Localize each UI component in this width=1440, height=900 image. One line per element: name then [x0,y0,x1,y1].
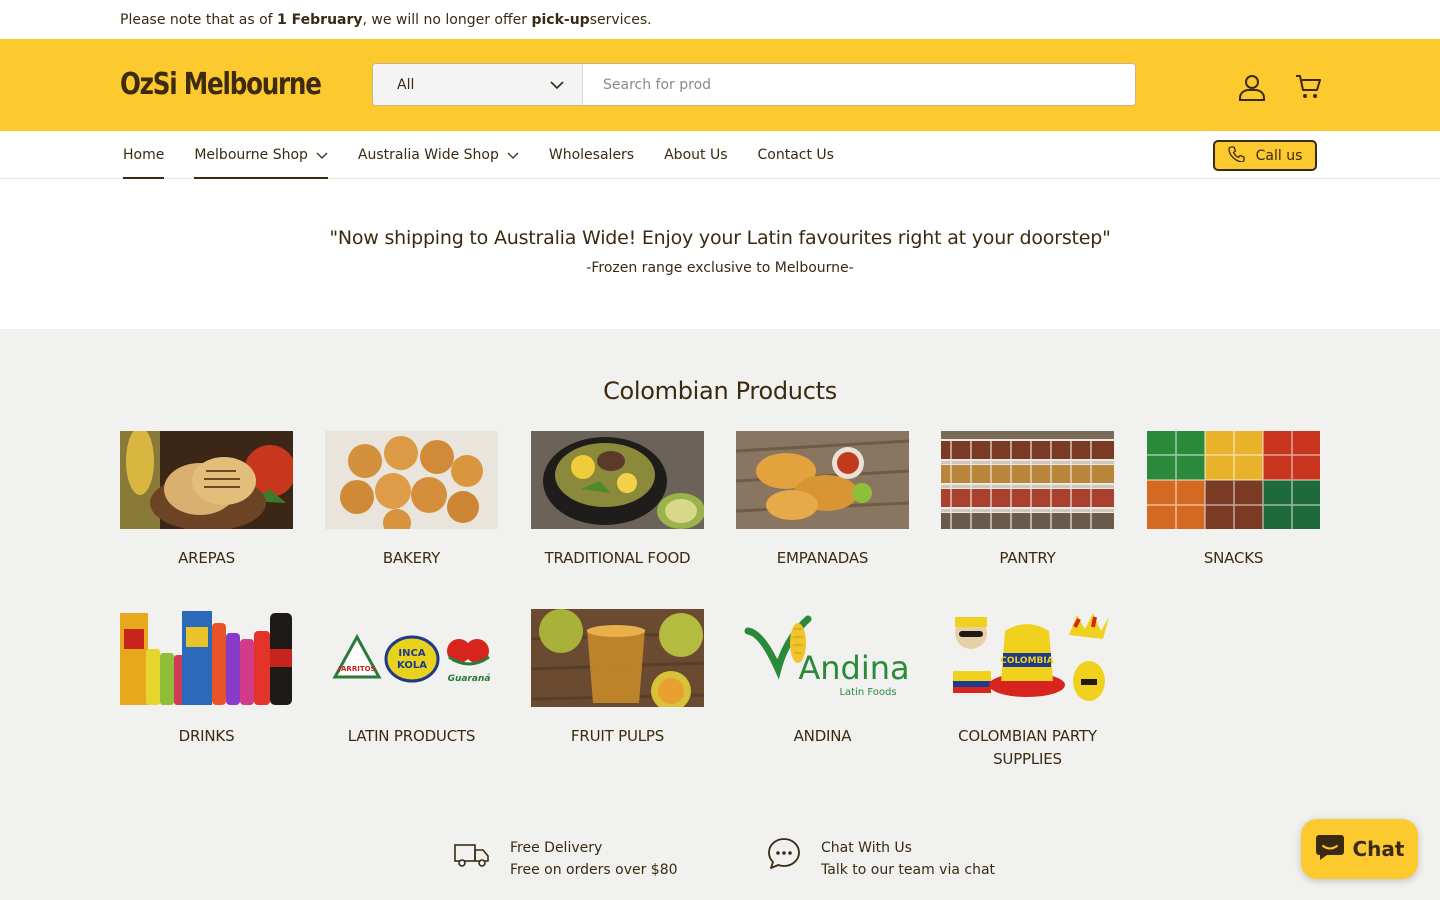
nav-item-label: Australia Wide Shop [357,147,499,163]
traditional-food-image [531,431,704,529]
feature-title: Free Delivery [510,840,603,856]
nav-item-label: Home [123,147,165,163]
announcement-date: 1 February [277,11,363,28]
truck-icon [454,837,490,873]
nav-item-melbourne-shop[interactable]: Melbourne Shop [194,131,328,179]
jarritos-logo-text: JARRITOS [337,665,375,673]
chat-bubble-icon [767,837,801,875]
bakery-image [325,431,498,529]
nav-item-label: Wholesalers [548,147,635,163]
feature-text: Talk to our team via chat [821,862,996,878]
announcement-bar: Please note that as of 1 February, we wi… [0,0,1440,39]
collection-card-snacks[interactable]: SNACKS [1147,431,1320,570]
announcement-middle: , we will no longer offer [362,11,528,28]
cart-icon[interactable] [1292,71,1324,103]
andina-logo-image: Andina Latin Foods [736,609,909,707]
announcement-service: pick-up [531,11,590,28]
nav-item-about-us[interactable]: About Us [664,131,727,179]
guarana-logo-text: Guaraná [448,674,491,684]
promo-subtitle: -Frozen range exclusive to Melbourne- [586,260,854,276]
andina-logo-subtext: Latin Foods [839,687,896,698]
collection-card-bakery[interactable]: BAKERY [325,431,498,570]
announcement-prefix: Please note that as of [120,11,273,28]
collection-label: DRINKS [178,727,235,745]
nav-item-home[interactable]: Home [123,131,165,179]
nav-item-australia-wide-shop[interactable]: Australia Wide Shop [358,131,519,179]
collection-label: COLOMBIAN PARTY SUPPLIES [958,727,1097,768]
collection-label: PANTRY [999,549,1056,567]
search-bar: All [372,63,1136,106]
chat-widget-button[interactable]: Chat [1301,819,1418,879]
feature-free-delivery: Free Delivery Free on orders over $80 [454,837,678,881]
collection-label: EMPANADAS [776,549,869,567]
snacks-image [1147,431,1320,529]
andina-logo-text: Andina [798,649,909,687]
latin-products-image: JARRITOS INCA KOLA Guaraná [325,609,498,707]
collection-card-andina[interactable]: Andina Latin Foods ANDINA [736,609,909,748]
chevron-down-icon [316,152,328,159]
collection-label: LATIN PRODUCTS [347,727,476,745]
search-category-select[interactable]: All [373,64,583,105]
collection-card-arepas[interactable]: AREPAS [120,431,293,570]
call-us-button[interactable]: Call us [1213,140,1317,171]
collection-label: ANDINA [793,727,852,745]
collection-card-traditional-food[interactable]: TRADITIONAL FOOD [531,431,704,570]
collection-card-colombian-party-supplies[interactable]: COLOMBIA COLOMBIAN PARTY SUPPLIES [941,609,1114,771]
promo-banner: "Now shipping to Australia Wide! Enjoy y… [0,179,1440,329]
pantry-image [941,431,1114,529]
site-header: OzSi Melbourne All [0,39,1440,131]
main-nav: Home Melbourne Shop Australia Wide Shop … [0,131,1440,179]
nav-item-label: About Us [664,147,728,163]
search-category-value: All [397,76,415,93]
announcement-suffix: services. [589,11,652,28]
colombia-hat-text: COLOMBIA [1000,656,1053,666]
collection-card-pantry[interactable]: PANTRY [941,431,1114,570]
phone-icon [1227,145,1256,166]
fruit-pulps-image [531,609,704,707]
collection-card-fruit-pulps[interactable]: FRUIT PULPS [531,609,704,748]
collection-label: TRADITIONAL FOOD [544,549,691,567]
inca-kola-logo-text-1: INCA [398,648,425,659]
chat-widget-label: Chat [1352,837,1405,861]
promo-quote: "Now shipping to Australia Wide! Enjoy y… [329,227,1111,249]
collections-title: Colombian Products [603,377,837,405]
nav-item-wholesalers[interactable]: Wholesalers [549,131,634,179]
drinks-image [120,609,293,707]
user-icon[interactable] [1236,71,1268,103]
nav-item-contact-us[interactable]: Contact Us [758,131,834,179]
collection-label: BAKERY [382,549,441,567]
feature-text: Free on orders over $80 [510,862,678,878]
collection-label: SNACKS [1203,549,1264,567]
chevron-down-icon [550,77,564,93]
collection-label: FRUIT PULPS [570,727,665,745]
collection-card-drinks[interactable]: DRINKS [120,609,293,748]
site-logo[interactable]: OzSi Melbourne [120,67,322,102]
search-input[interactable] [583,64,1135,105]
inca-kola-logo-text-2: KOLA [397,660,427,671]
nav-item-label: Contact Us [757,147,834,163]
feature-title: Chat With Us [821,840,912,856]
empanadas-image [736,431,909,529]
chat-icon [1315,833,1353,866]
collections-section: Colombian Products AREPAS BAKERY TRADITI… [0,329,1440,900]
chevron-down-icon [507,152,519,159]
nav-item-label: Melbourne Shop [194,147,308,163]
party-supplies-image: COLOMBIA [941,609,1114,707]
arepas-image [120,431,293,529]
call-us-label: Call us [1255,147,1303,164]
collection-card-empanadas[interactable]: EMPANADAS [736,431,909,570]
collection-card-latin-products[interactable]: JARRITOS INCA KOLA Guaraná LATIN PRODUCT… [325,609,498,748]
feature-chat-with-us: Chat With Us Talk to our team via chat [767,837,995,881]
collection-label: AREPAS [178,549,235,567]
